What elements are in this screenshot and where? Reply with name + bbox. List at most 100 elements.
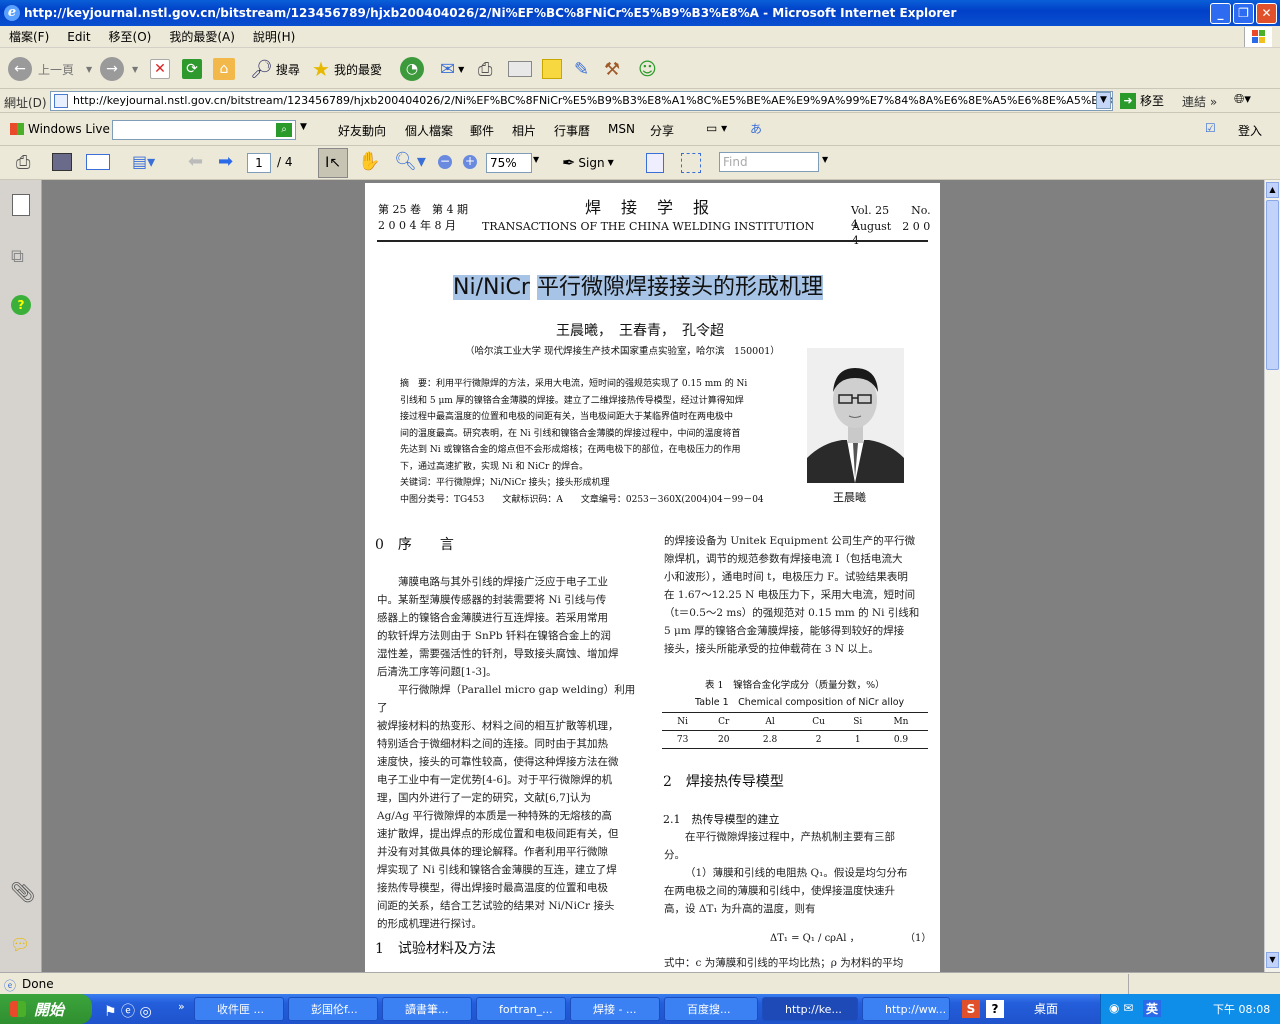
task-ie2[interactable]: http://ww... (862, 997, 950, 1021)
quicklaunch-more[interactable]: » (178, 1000, 185, 1013)
live-search-dropdown[interactable]: ▼ (300, 122, 307, 132)
wl-photos[interactable]: 相片 (512, 122, 536, 139)
desktop-button[interactable]: 桌面 (1034, 1000, 1058, 1017)
windows-live-toolbar: Windows Live ⌕ ▼ 好友動向 個人檔案 郵件 相片 行事曆 MSN… (0, 114, 1280, 146)
scroll-thumb[interactable] (1266, 200, 1279, 370)
address-label: 網址(D) (4, 96, 47, 110)
menu-file[interactable]: 檔案(F) (0, 28, 58, 45)
zoom-in-icon[interactable]: + (463, 155, 477, 169)
zoom-tool-icon[interactable]: 🔍︎▾ (394, 151, 426, 172)
menu-edit[interactable]: Edit (58, 30, 99, 44)
printer-icon: ⎙ (478, 58, 493, 80)
body-line: 接头，接头所能承受的拉伸载荷在 3 N 以上。 (664, 643, 879, 655)
notes-button[interactable] (542, 57, 562, 81)
body-line: 焊实现了 Ni 引线和镍铬合金薄膜的互连，建立了焊 (377, 864, 617, 876)
wl-options-icon[interactable]: ▭ ▾ (706, 121, 727, 135)
wl-friends[interactable]: 好友動向 (338, 122, 386, 139)
zoom-out-icon[interactable]: − (438, 155, 452, 169)
back-button[interactable]: ← 上一頁 ▼ (8, 57, 92, 81)
task-ie-active[interactable]: http://ke... (762, 997, 858, 1021)
tools-button[interactable]: ⚒ (604, 57, 620, 81)
comments-icon[interactable]: 💬︎ (10, 935, 30, 954)
zoom-dropdown[interactable]: ▼ (533, 155, 539, 164)
task-baidu[interactable]: 百度搜... (664, 997, 758, 1021)
address-input[interactable]: http://keyjournal.nstl.gov.cn/bitstream/… (50, 91, 1113, 111)
pdf-toolbar: ⎙ ▤▾ ⬅ ➡ 1 / 4 I↖ ✋ 🔍︎▾ − + 75% ▼ ✒ Sign ▼… (0, 146, 1280, 180)
wl-msn[interactable]: MSN (608, 122, 635, 136)
wl-check-icon[interactable]: ☑ (1205, 121, 1216, 135)
minimize-button[interactable]: _ (1210, 3, 1231, 24)
pages-panel-icon[interactable] (12, 194, 30, 216)
print-button[interactable]: ⎙ (478, 57, 492, 81)
fit-page-icon[interactable] (681, 153, 701, 173)
hand-tool-icon[interactable]: ✋ (358, 151, 380, 172)
scroll-up-arrow[interactable]: ▲ (1266, 182, 1279, 198)
wl-profile[interactable]: 個人檔案 (405, 122, 453, 139)
live-search-input[interactable]: ⌕ (112, 120, 296, 140)
scroll-down-arrow[interactable]: ▼ (1266, 952, 1279, 968)
messenger-button[interactable]: ☺ (638, 57, 657, 81)
wl-calendar[interactable]: 行事曆 (554, 122, 590, 139)
next-page-icon[interactable]: ➡ (218, 151, 233, 172)
live-search-icon[interactable]: ⌕ (276, 123, 292, 137)
task-fortran[interactable]: fortran_... (476, 997, 566, 1021)
mail-button[interactable]: ✉ ▼ (440, 57, 464, 81)
sign-button[interactable]: ✒ Sign ▼ (562, 153, 614, 172)
favorites-button[interactable]: ★ 我的最愛 (312, 57, 382, 81)
window-title: http://keyjournal.nstl.gov.cn/bitstream/… (24, 6, 957, 20)
table-cell: 1 (854, 734, 861, 745)
table-cell: 0.9 (893, 734, 909, 745)
quicklaunch-icon[interactable]: ⚑ ⓔ ◎ (104, 1001, 152, 1021)
wl-share[interactable]: 分享 (650, 122, 674, 139)
go-button[interactable]: ➜ 移至 (1120, 92, 1164, 109)
forward-button[interactable]: → ▼ (100, 57, 138, 81)
task-folder[interactable]: 彭国伦f... (288, 997, 378, 1021)
stop-button[interactable]: ✕ (150, 57, 170, 81)
address-dropdown-button[interactable]: ▼ (1096, 92, 1111, 109)
zoom-level-input[interactable]: 75% (486, 153, 532, 173)
page-number-input[interactable]: 1 (247, 153, 271, 173)
menu-go[interactable]: 移至(O) (100, 28, 161, 45)
history-button[interactable]: ◔ (400, 57, 424, 81)
edit-button[interactable] (508, 57, 532, 81)
search-button[interactable]: 🔎︎ 搜尋 (250, 57, 300, 81)
home-button[interactable]: ⌂ (213, 57, 235, 81)
clock: 下午 08:08 (1213, 1003, 1271, 1016)
tray-icons[interactable]: ◉ ✉ (1109, 1001, 1133, 1015)
task-notes[interactable]: 讀書筆... (382, 997, 472, 1021)
table-row: 73 20 2.8 2 1 0.9 (662, 731, 928, 749)
windows-logo-icon (1244, 27, 1272, 47)
select-tool-icon[interactable]: I↖ (318, 148, 348, 178)
fit-width-icon[interactable] (646, 153, 664, 173)
previous-page-icon[interactable]: ⬅ (188, 151, 203, 172)
close-button[interactable]: ✕ (1256, 3, 1277, 24)
translate-icon[interactable]: 🌐︎▾ (1234, 92, 1251, 107)
pdf-email-icon[interactable] (86, 154, 110, 170)
tray-help-icon[interactable]: ? (986, 1000, 1004, 1018)
help-icon[interactable]: ? (11, 295, 31, 315)
pdf-save-icon[interactable] (52, 153, 72, 171)
ime-indicator[interactable]: 英 (1143, 1000, 1162, 1017)
refresh-button[interactable]: ⟳ (182, 57, 202, 81)
pdf-print-icon[interactable]: ⎙ (16, 152, 30, 173)
research-button[interactable]: ✎ (574, 57, 589, 81)
attachment-icon[interactable]: 📎︎ (10, 880, 35, 904)
links-button[interactable]: 連結 » (1182, 93, 1217, 110)
tray-s-icon[interactable]: S (962, 1000, 980, 1018)
task-outlook[interactable]: 收件匣 ... (194, 997, 284, 1021)
wl-translate-icon[interactable]: あ (750, 120, 762, 137)
start-button[interactable]: 開始 (0, 994, 92, 1024)
bookmarks-icon[interactable]: ⧉ (11, 246, 24, 267)
find-input[interactable]: Find (719, 152, 819, 172)
find-dropdown[interactable]: ▼ (822, 155, 828, 164)
task-welding[interactable]: 焊接 - ... (570, 997, 660, 1021)
vertical-scrollbar[interactable]: ▲ ▼ (1264, 180, 1280, 972)
wl-mail[interactable]: 郵件 (470, 122, 494, 139)
menu-favorites[interactable]: 我的最愛(A) (160, 28, 244, 45)
windows-live-logo[interactable]: Windows Live (10, 122, 110, 136)
paper-authors: 王晨曦， 王春青， 孔令超 (556, 323, 724, 339)
wl-signin[interactable]: 登入 (1238, 122, 1262, 139)
maximize-button[interactable]: ❐ (1233, 3, 1254, 24)
menu-help[interactable]: 說明(H) (244, 28, 304, 45)
pdf-comment-icon[interactable]: ▤▾ (132, 152, 155, 171)
